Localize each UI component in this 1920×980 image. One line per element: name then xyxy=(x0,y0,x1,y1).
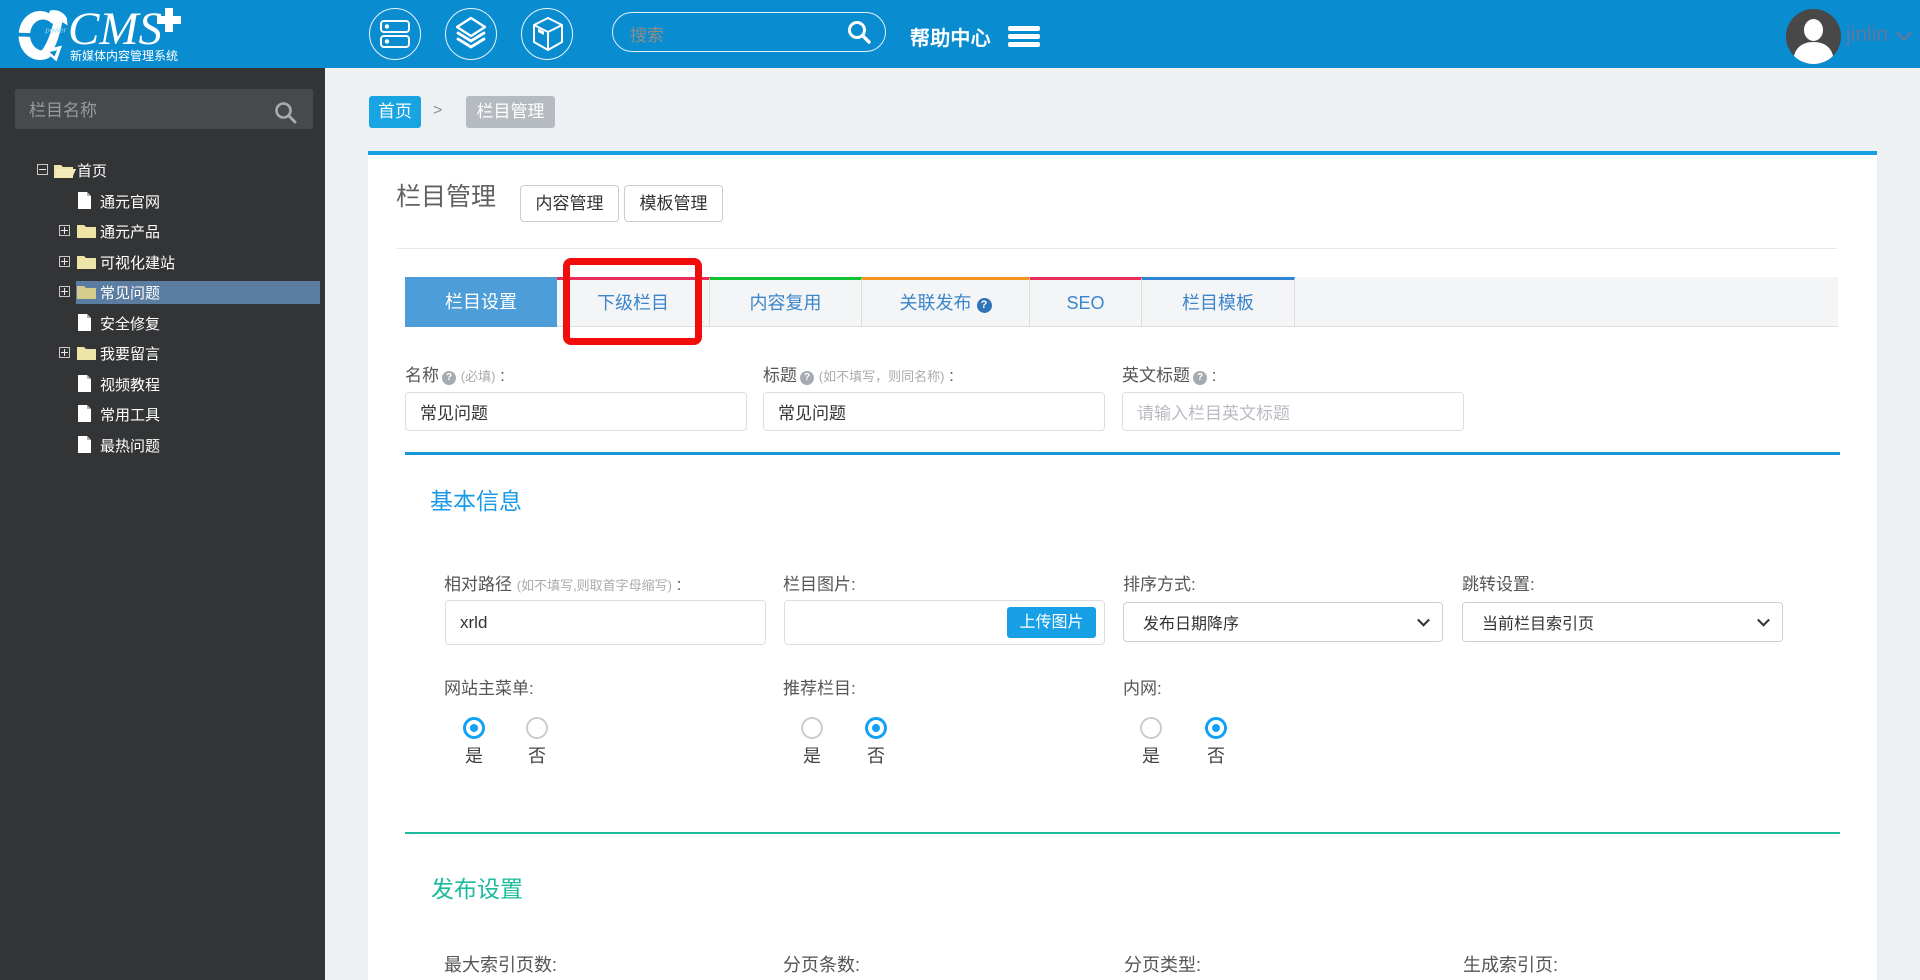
svg-text:power: power xyxy=(45,26,67,35)
svg-text:新媒体内容管理系统: 新媒体内容管理系统 xyxy=(70,48,178,63)
svg-text:CMS: CMS xyxy=(68,3,162,55)
